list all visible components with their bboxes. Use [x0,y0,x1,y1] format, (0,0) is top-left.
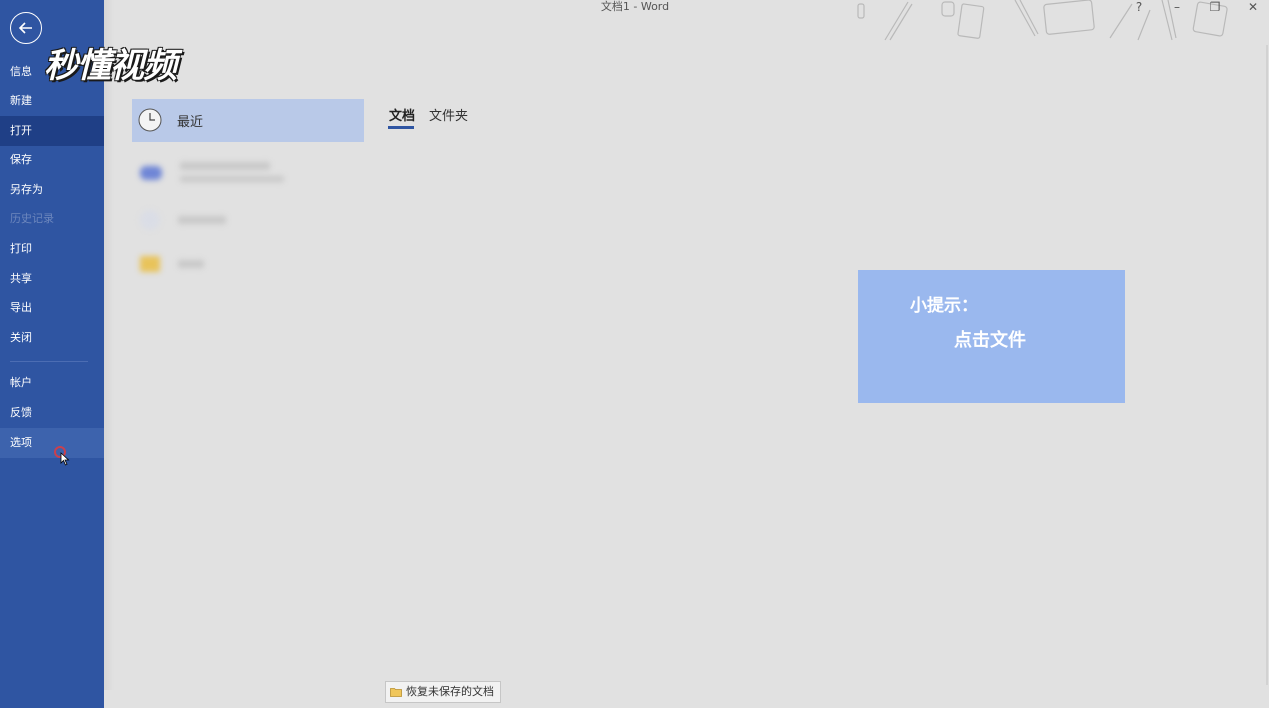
tab-folders[interactable]: 文件夹 [429,105,468,124]
restore-button[interactable]: ❐ [1205,0,1225,16]
sidebar-item-save-as[interactable]: 另存为 [0,175,104,205]
recover-unsaved-label: 恢复未保存的文档 [406,685,494,698]
sidebar-divider [10,361,88,362]
back-button[interactable] [10,12,42,44]
sidebar-item-export[interactable]: 导出 [0,293,104,323]
sidebar-shadow [104,0,114,690]
sidebar-item-share[interactable]: 共享 [0,264,104,294]
tab-documents[interactable]: 文档 [389,105,415,124]
sidebar-item-print[interactable]: 打印 [0,234,104,264]
location-recent-label: 最近 [177,115,204,130]
sidebar-item-close[interactable]: 关闭 [0,323,104,353]
mouse-cursor-icon [60,452,70,466]
tip-box: 小提示： 点击文件 [858,270,1125,403]
location-recent[interactable]: 最近 [132,99,364,142]
close-button[interactable]: ✕ [1243,0,1263,16]
sidebar-item-history: 历史记录 [10,212,54,225]
sidebar-item-save[interactable]: 保存 [0,145,104,175]
sidebar-item-options[interactable]: 选项 [0,428,104,458]
folder-icon [390,688,402,697]
sidebar-item-open[interactable]: 打开 [0,116,104,146]
backstage-sidebar: 信息 新建 打开 保存 另存为 历史记录 打印 共享 导出 关闭 帐户 反馈 选… [0,0,104,708]
watermark-logo: 秒懂视频 [44,46,177,86]
sidebar-item-feedback[interactable]: 反馈 [0,398,104,428]
clock-icon [138,108,162,132]
scrollbar[interactable] [1266,45,1268,685]
help-button[interactable]: ? [1129,0,1149,16]
sidebar-item-new[interactable]: 新建 [0,86,104,116]
tip-title: 小提示： [910,296,978,316]
sidebar-item-account[interactable]: 帐户 [0,368,104,398]
tip-text: 点击文件 [954,330,1026,351]
window-title: 文档1 - Word [600,0,670,13]
tab-active-indicator [388,126,414,129]
recover-unsaved-button[interactable]: 恢复未保存的文档 [385,681,501,703]
arrow-left-icon [18,22,32,34]
minimize-button[interactable]: – [1167,0,1187,16]
